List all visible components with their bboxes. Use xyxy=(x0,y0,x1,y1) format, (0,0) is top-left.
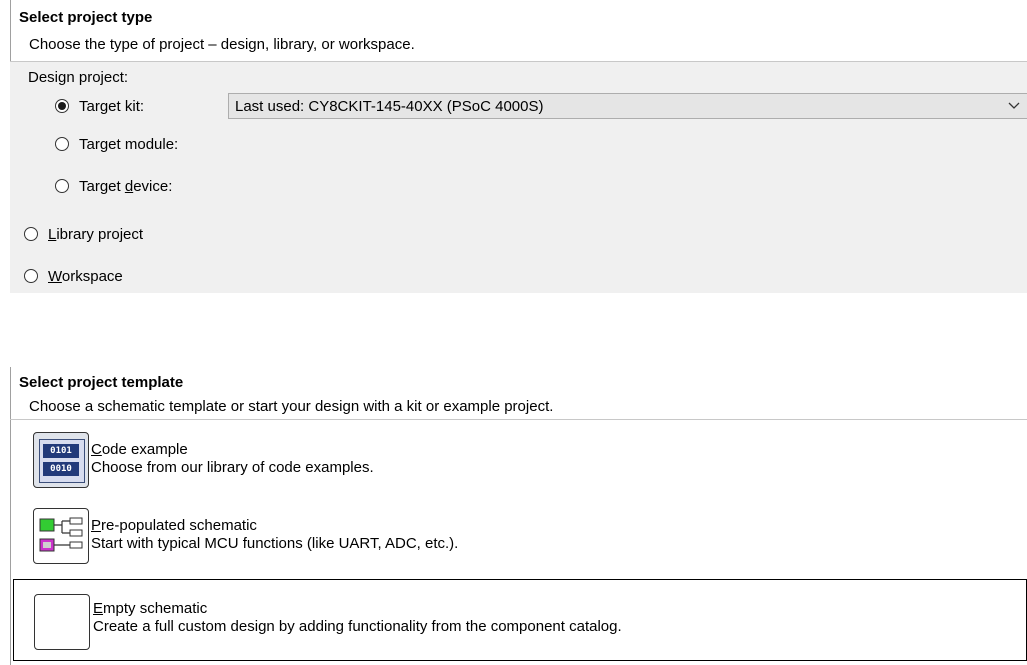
schematic-icon xyxy=(33,508,89,564)
template-title: Pre-populated schematic xyxy=(91,517,257,534)
target-kit-select[interactable]: Last used: CY8CKIT-145-40XX (PSoC 4000S) xyxy=(228,93,1027,119)
project-template-subtitle: Choose a schematic template or start you… xyxy=(29,398,554,415)
template-code-example[interactable]: 0101 0010 Code example Choose from our l… xyxy=(13,428,1027,494)
radio-label: Target module: xyxy=(79,135,179,153)
empty-schematic-icon xyxy=(34,594,90,650)
radio-label: Target kit: xyxy=(79,97,145,115)
radio-button-icon xyxy=(24,269,38,283)
radio-label: Library project xyxy=(48,225,144,243)
radio-target-device[interactable]: Target device: xyxy=(55,175,172,197)
project-type-subtitle: Choose the type of project – design, lib… xyxy=(29,36,415,53)
target-kit-select-value: Last used: CY8CKIT-145-40XX (PSoC 4000S) xyxy=(235,97,544,115)
template-empty-schematic[interactable]: Empty schematic Create a full custom des… xyxy=(13,579,1027,661)
section-left-border xyxy=(10,367,11,665)
chevron-down-icon xyxy=(1000,94,1027,118)
radio-label: Target device: xyxy=(79,177,173,195)
radio-button-icon xyxy=(24,227,38,241)
project-type-title: Select project type xyxy=(19,9,153,26)
template-title: Code example xyxy=(91,441,188,458)
radio-button-icon xyxy=(55,137,69,151)
divider xyxy=(10,419,1027,420)
template-description: Choose from our library of code examples… xyxy=(91,459,374,476)
radio-workspace[interactable]: Workspace xyxy=(24,265,123,287)
radio-button-icon xyxy=(55,179,69,193)
template-description: Start with typical MCU functions (like U… xyxy=(91,535,459,552)
project-template-title: Select project template xyxy=(19,374,184,391)
template-title: Empty schematic xyxy=(93,600,208,617)
radio-library-project[interactable]: Library project xyxy=(24,223,143,245)
radio-button-icon xyxy=(55,99,69,113)
radio-label: Workspace xyxy=(48,267,123,285)
radio-target-module[interactable]: Target module: xyxy=(55,133,178,155)
radio-target-kit[interactable]: Target kit: xyxy=(55,95,144,117)
design-project-label: Design project: xyxy=(28,69,129,86)
template-description: Create a full custom design by adding fu… xyxy=(93,618,622,635)
code-binary-icon: 0101 0010 xyxy=(33,432,89,488)
template-pre-populated-schematic[interactable]: Pre-populated schematic Start with typic… xyxy=(13,504,1027,570)
